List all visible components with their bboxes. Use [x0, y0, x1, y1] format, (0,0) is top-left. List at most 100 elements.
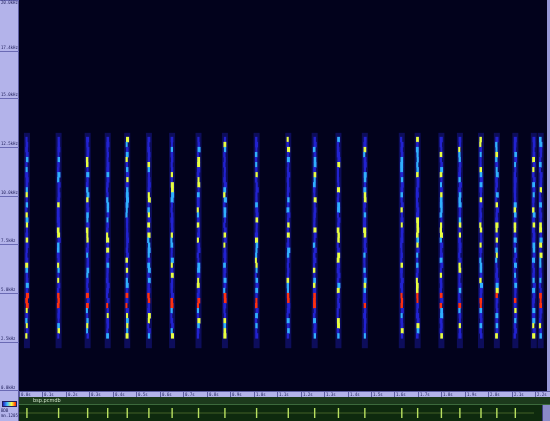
call-segment — [25, 172, 29, 178]
call-segment — [337, 237, 340, 243]
call-segment — [287, 257, 290, 264]
call-segment — [86, 141, 89, 148]
call-segment — [539, 287, 542, 294]
call-segment — [197, 257, 200, 264]
call-segment — [255, 237, 259, 243]
call-segment — [57, 141, 60, 148]
call-segment — [479, 267, 483, 274]
call-segment — [106, 222, 110, 228]
call-segment — [440, 313, 444, 319]
call-segment — [286, 217, 290, 223]
call-segment — [532, 292, 536, 299]
call-segment — [538, 167, 541, 173]
call-segment — [57, 333, 60, 339]
call-segment — [416, 141, 419, 148]
call-segment — [532, 192, 535, 198]
call-segment — [539, 151, 543, 158]
call-segment — [25, 237, 29, 243]
call-segment — [539, 146, 543, 153]
call-segment — [313, 277, 316, 284]
call-segment — [538, 282, 542, 289]
color-scale-icon[interactable] — [2, 401, 17, 407]
call-segment — [170, 222, 174, 228]
call-segment — [458, 187, 462, 193]
call-segment — [439, 232, 443, 238]
call-segment — [458, 252, 461, 259]
call-segment — [170, 177, 173, 183]
call-segment — [337, 182, 340, 188]
call-segment — [287, 302, 291, 309]
call-segment — [170, 212, 174, 218]
call-segment — [255, 302, 258, 309]
call-segment — [106, 323, 110, 329]
call-segment — [170, 282, 174, 289]
call-segment — [539, 187, 542, 193]
call-segment — [539, 141, 543, 148]
call-segment — [255, 323, 258, 329]
call-segment — [313, 232, 317, 238]
call-segment — [313, 202, 316, 208]
call-segment — [513, 232, 517, 238]
call-segment — [313, 297, 316, 304]
call-segment — [495, 328, 499, 334]
call-segment — [313, 302, 316, 309]
call-segment — [458, 297, 461, 304]
call-segment — [147, 207, 150, 213]
call-segment — [147, 162, 151, 168]
call-segment — [495, 313, 499, 319]
call-segment — [57, 136, 60, 143]
call-segment — [254, 318, 258, 324]
call-segment — [336, 227, 340, 233]
call-segment — [106, 313, 109, 319]
call-segment — [513, 297, 517, 304]
call-segment — [495, 292, 498, 299]
waveform-scrollbar[interactable] — [542, 405, 550, 421]
call-segment — [147, 287, 151, 294]
waveform-canvas[interactable] — [19, 405, 542, 421]
waveform-panel[interactable] — [19, 405, 550, 421]
call-segment — [254, 257, 257, 264]
call-segment — [287, 267, 290, 274]
call-segment — [125, 192, 129, 198]
call-segment — [363, 151, 366, 158]
call-segment — [479, 202, 483, 208]
call-segment — [147, 282, 150, 289]
call-segment — [415, 197, 419, 203]
call-segment — [363, 187, 367, 193]
call-segment — [147, 267, 151, 274]
call-segment — [363, 297, 367, 304]
call-segment — [532, 277, 535, 284]
spectrogram-canvas[interactable] — [19, 0, 547, 391]
call-segment — [513, 323, 517, 329]
call-segment — [25, 287, 29, 294]
call-trace — [169, 132, 176, 349]
call-segment — [363, 197, 367, 203]
call-segment — [439, 287, 442, 294]
call-segment — [85, 227, 89, 233]
call-segment — [147, 262, 151, 269]
call-segment — [479, 146, 483, 153]
call-segment — [197, 162, 201, 168]
call-segment — [25, 262, 29, 269]
call-segment — [25, 308, 28, 314]
call-segment — [495, 287, 499, 294]
frequency-label: 12.5kHz — [1, 141, 18, 146]
call-segment — [416, 328, 420, 334]
call-segment — [458, 287, 462, 294]
call-segment — [514, 162, 517, 168]
call-segment — [458, 302, 462, 309]
call-segment — [479, 212, 483, 218]
call-segment — [170, 277, 174, 284]
call-segment — [440, 207, 443, 213]
frequency-tick — [0, 293, 19, 294]
call-segment — [363, 141, 367, 148]
call-segment — [170, 313, 173, 319]
call-segment — [313, 328, 317, 334]
call-segment — [147, 217, 151, 223]
call-segment — [170, 207, 173, 213]
call-segment — [513, 192, 517, 198]
call-segment — [458, 146, 461, 153]
call-segment — [479, 167, 483, 173]
call-segment — [57, 182, 61, 188]
spectrogram-plot[interactable] — [19, 0, 547, 391]
